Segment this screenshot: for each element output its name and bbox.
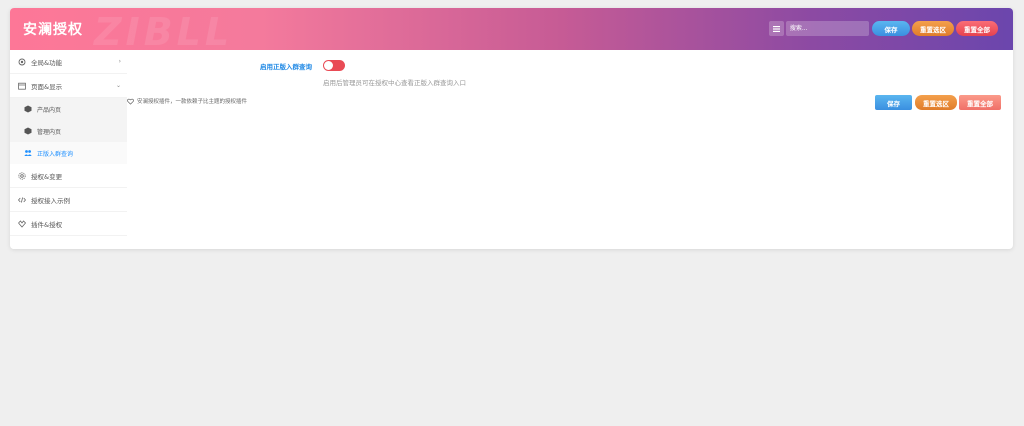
- search-input[interactable]: [785, 21, 869, 36]
- group-query-toggle[interactable]: [323, 60, 345, 71]
- header-watermark: ZIBLL: [94, 10, 234, 54]
- page-title: 安澜授权: [23, 22, 83, 38]
- field-label: 启用正版入群查询: [260, 63, 312, 71]
- footer-note: 安澜授权插件，一款依赖子比主题的授权插件: [127, 97, 247, 105]
- gear-icon: [18, 58, 26, 66]
- heart-icon: [127, 98, 134, 105]
- list-icon[interactable]: [769, 21, 784, 36]
- sidebar-item-label: 插件&授权: [31, 220, 63, 229]
- header-reset-all-button[interactable]: 重置全部: [956, 21, 998, 36]
- chevron-down-icon: ⌄: [115, 82, 121, 89]
- sidebar-item-plugin[interactable]: 插件&授权: [10, 212, 127, 236]
- sidebar-subitem-label: 管理内页: [37, 128, 62, 136]
- field-description: 启用后管理员可在授权中心查看正版入群查询入口: [323, 79, 466, 87]
- sidebar: 全局&功能 › 页面&显示 ⌄ 产品内页 管理内页 正版入群查询 授权&变更 授…: [10, 50, 127, 249]
- toggle-knob: [324, 61, 333, 70]
- sidebar-subitem-label: 正版入群查询: [37, 150, 74, 158]
- users-icon: [24, 149, 32, 157]
- reset-section-button[interactable]: 重置选区: [915, 95, 957, 110]
- sidebar-item-auth-change[interactable]: 授权&变更: [10, 164, 127, 188]
- settings-icon: [18, 171, 26, 180]
- sidebar-subitem-group-query[interactable]: 正版入群查询: [10, 142, 127, 164]
- sidebar-item-label: 授权&变更: [31, 172, 63, 181]
- header-bar: 安澜授权 ZIBLL 保存 重置选区 重置全部: [10, 8, 1013, 54]
- footer-note-text: 安澜授权插件，一款依赖子比主题的授权插件: [137, 99, 248, 105]
- save-button[interactable]: 保存: [875, 95, 912, 110]
- sidebar-subitem-admin[interactable]: 管理内页: [10, 120, 127, 142]
- sidebar-subitem-product[interactable]: 产品内页: [10, 98, 127, 120]
- sidebar-subitem-label: 产品内页: [37, 106, 62, 114]
- plugin-icon: [18, 219, 26, 228]
- settings-panel: 安澜授权 ZIBLL 保存 重置选区 重置全部 全局&功能 › 页面&显示 ⌄: [10, 8, 1013, 249]
- cube-icon: [24, 105, 32, 113]
- reset-all-button[interactable]: 重置全部: [959, 95, 1001, 110]
- sidebar-item-global[interactable]: 全局&功能 ›: [10, 50, 127, 74]
- code-icon: [18, 196, 26, 204]
- sidebar-item-label: 全局&功能: [31, 58, 63, 67]
- sidebar-submenu: 产品内页 管理内页 正版入群查询: [10, 98, 127, 164]
- chevron-right-icon: ›: [118, 58, 121, 65]
- cube-icon: [24, 127, 32, 135]
- header-reset-section-button[interactable]: 重置选区: [912, 21, 954, 36]
- sidebar-item-pages[interactable]: 页面&显示 ⌄: [10, 74, 127, 98]
- calendar-icon: [18, 82, 26, 90]
- sidebar-item-label: 授权接入示例: [31, 196, 70, 205]
- sidebar-item-auth-example[interactable]: 授权接入示例: [10, 188, 127, 212]
- sidebar-item-label: 页面&显示: [31, 82, 63, 91]
- main-content: 启用正版入群查询 启用后管理员可在授权中心查看正版入群查询入口 安澜授权插件，一…: [127, 50, 1013, 249]
- header-save-button[interactable]: 保存: [872, 21, 910, 36]
- search-box: [769, 21, 869, 36]
